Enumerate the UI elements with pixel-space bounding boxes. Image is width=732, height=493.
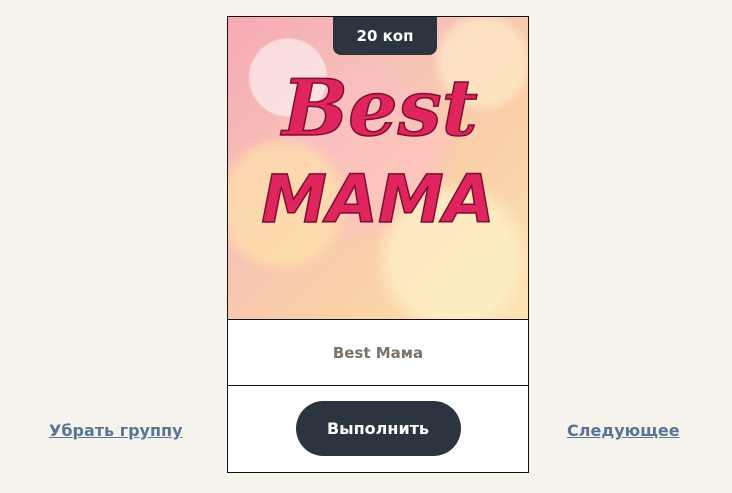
image-word-top: Best	[280, 63, 478, 154]
remove-group-link[interactable]: Убрать группу	[49, 421, 183, 440]
price-badge: 20 коп	[333, 17, 437, 55]
next-link[interactable]: Следующее	[567, 421, 680, 440]
best-mama-artwork: Best MAMA	[260, 62, 495, 239]
task-card: Best MAMA 20 коп Best Мама Выполнить	[227, 16, 529, 473]
card-title-row: Best Мама	[228, 319, 528, 386]
group-image: Best MAMA 20 коп	[228, 17, 528, 319]
card-action-row: Выполнить	[228, 386, 528, 472]
image-word-bottom: MAMA	[261, 161, 495, 238]
execute-button[interactable]: Выполнить	[295, 400, 461, 456]
group-title: Best Мама	[332, 343, 424, 362]
